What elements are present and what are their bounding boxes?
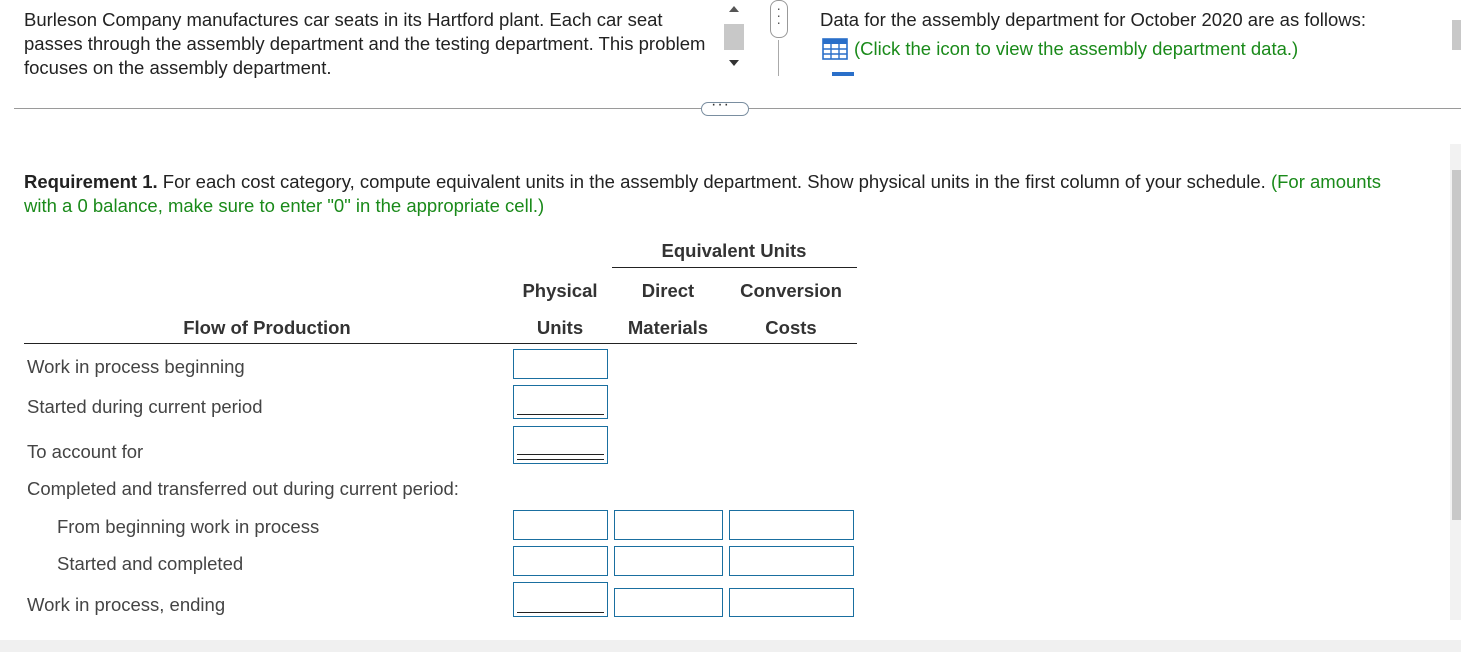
scroll-thumb[interactable] [1452, 20, 1461, 50]
input-started-completed-dm[interactable] [614, 546, 723, 576]
header-underline [24, 343, 857, 344]
vertical-divider [778, 40, 779, 76]
input-wip-ending-physical[interactable] [513, 582, 608, 617]
scroll-thumb[interactable] [724, 24, 744, 50]
grip-dots-icon: ⋅ ⋅ ⋅ [777, 4, 781, 30]
scroll-up-arrow-icon[interactable] [729, 6, 739, 12]
physical-units-header-1: Physical [522, 280, 598, 301]
vertical-splitter-handle[interactable]: ⋅ ⋅ ⋅ [770, 0, 788, 38]
left-pane-scrollbar[interactable] [724, 4, 744, 68]
horizontal-splitter-handle[interactable]: ··· [701, 96, 749, 116]
table-grid-icon[interactable] [822, 38, 848, 60]
scroll-thumb[interactable] [1452, 170, 1461, 520]
input-from-beginning-cc[interactable] [729, 510, 854, 540]
flow-of-production-header: Flow of Production [183, 317, 351, 338]
icon-underline [832, 72, 854, 76]
row-label-from-beginning-wip: From beginning work in process [57, 516, 320, 537]
input-wip-ending-cc[interactable] [729, 588, 854, 617]
conversion-costs-header-2: Costs [765, 317, 817, 338]
requirement-label: Requirement 1. [24, 171, 158, 192]
direct-materials-header-1: Direct [641, 280, 695, 301]
header-rule [612, 267, 857, 268]
requirement-text: Requirement 1. For each cost category, c… [24, 170, 1404, 218]
problem-intro: Burleson Company manufactures car seats … [24, 9, 706, 78]
row-label-wip-ending: Work in process, ending [27, 594, 226, 615]
main-scrollbar[interactable] [1450, 144, 1461, 620]
input-from-beginning-physical[interactable] [513, 510, 608, 540]
row-label-to-account-for: To account for [27, 441, 144, 462]
scroll-down-arrow-icon[interactable] [729, 60, 739, 66]
data-link-label[interactable]: (Click the icon to view the assembly dep… [854, 37, 1298, 61]
ellipsis-icon: ··· [711, 96, 730, 113]
input-to-account-for-physical[interactable] [513, 426, 608, 464]
bottom-bar [0, 640, 1461, 652]
input-started-completed-physical[interactable] [513, 546, 608, 576]
right-pane-scrollbar[interactable] [1452, 4, 1461, 74]
data-link[interactable]: (Click the icon to view the assembly dep… [822, 37, 1298, 61]
input-wip-ending-dm[interactable] [614, 588, 723, 617]
requirement-body: For each cost category, compute equivale… [157, 171, 1271, 192]
input-wip-beginning-physical[interactable] [513, 349, 608, 379]
conversion-costs-header-1: Conversion [740, 280, 842, 301]
row-label-wip-beginning: Work in process beginning [27, 356, 245, 377]
physical-units-header-2: Units [536, 317, 584, 338]
data-description: Data for the assembly department for Oct… [820, 9, 1367, 30]
row-label-started: Started during current period [27, 396, 263, 417]
equivalent-units-header: Equivalent Units [661, 240, 807, 261]
row-label-completed-transferred: Completed and transferred out during cur… [27, 478, 459, 499]
input-from-beginning-dm[interactable] [614, 510, 723, 540]
direct-materials-header-2: Materials [627, 317, 709, 338]
row-label-started-completed: Started and completed [57, 553, 244, 574]
input-started-completed-cc[interactable] [729, 546, 854, 576]
input-started-physical[interactable] [513, 385, 608, 419]
